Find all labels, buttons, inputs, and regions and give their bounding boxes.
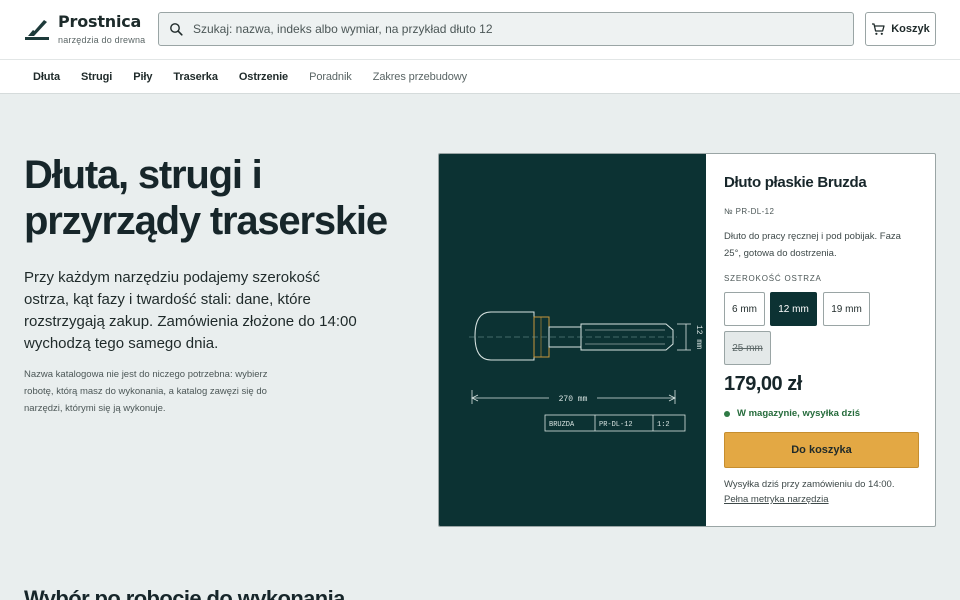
main-nav: Dłuta Strugi Piły Traserka Ostrzenie Por…: [0, 60, 960, 94]
chisel-logo-icon: [25, 20, 49, 40]
size-option-12mm[interactable]: 12 mm: [770, 292, 817, 326]
logo[interactable]: Prostnica narzędzia do drewna: [24, 12, 145, 45]
metrics-link[interactable]: Pełna metryka narzędzia: [724, 494, 829, 505]
title-block-name: BRUZDA: [549, 421, 575, 429]
hero-lead: Przy każdym narzędziu podajemy szerokość…: [24, 269, 357, 352]
product-title: Dłuto płaskie Bruzda: [724, 174, 867, 191]
size-option-6mm[interactable]: 6 mm: [724, 292, 765, 326]
cart-icon: [872, 23, 885, 35]
section-title: Wybór po robocie do wykonania: [24, 586, 345, 600]
stock-dot-icon: [724, 410, 730, 417]
cart-button[interactable]: Koszyk: [865, 12, 936, 46]
stock-text: W magazynie, wysyłka dziś: [737, 408, 861, 419]
product-details: Dłuto płaskie Bruzda № PR-DL-12 Dłuto do…: [724, 154, 924, 526]
search-input[interactable]: [193, 22, 833, 36]
technical-drawing: 12 mm 270 mm BRUZDA PR-DL-12 1:2: [439, 154, 706, 526]
nav-item-sharpening[interactable]: Ostrzenie: [239, 71, 288, 83]
shipping-note: Wysyłka dziś przy zamówieniu do 14:00.: [724, 479, 895, 490]
product-sku: № PR-DL-12: [724, 207, 775, 216]
length-dimension-label: 270 mm: [559, 395, 588, 404]
nav-item-renovation-scope[interactable]: Zakres przebudowy: [373, 71, 467, 83]
cart-label: Koszyk: [891, 23, 930, 35]
nav-item-saws[interactable]: Piły: [133, 71, 152, 83]
add-to-cart-button[interactable]: Do koszyka: [724, 432, 919, 468]
product-card: 12 mm 270 mm BRUZDA PR-DL-12 1:2 Dłuto p…: [438, 153, 936, 527]
nav-item-chisels[interactable]: Dłuta: [33, 71, 60, 83]
brand-tagline: narzędzia do drewna: [58, 35, 146, 45]
brand-name: Prostnica: [58, 12, 142, 31]
product-description: Dłuto do pracy ręcznej i pod pobijak. Fa…: [724, 231, 901, 259]
stock-status: W magazynie, wysyłka dziś: [724, 408, 860, 419]
size-option-19mm[interactable]: 19 mm: [823, 292, 870, 326]
title-block-code: PR-DL-12: [599, 421, 633, 429]
hero-note: Nazwa katalogowa nie jest do niczego pot…: [24, 369, 268, 414]
size-label: SZEROKOŚĆ OSTRZA: [724, 274, 822, 283]
nav-item-marking[interactable]: Traserka: [173, 71, 218, 83]
page-title: Dłuta, strugi i przyrządy traserskie: [24, 153, 388, 243]
nav-item-guide[interactable]: Poradnik: [309, 71, 352, 83]
search-box: [158, 12, 854, 46]
chisel-drawing-icon: 12 mm 270 mm BRUZDA PR-DL-12 1:2: [469, 311, 703, 432]
size-option-25mm: 25 mm: [724, 331, 771, 365]
header: Prostnica narzędzia do drewna Koszyk: [0, 0, 960, 60]
search-icon: [170, 23, 183, 36]
width-dimension-label: 12 mm: [694, 325, 703, 349]
nav-item-planes[interactable]: Strugi: [81, 71, 112, 83]
product-price: 179,00 zł: [724, 373, 802, 395]
title-block-scale: 1:2: [657, 421, 670, 429]
